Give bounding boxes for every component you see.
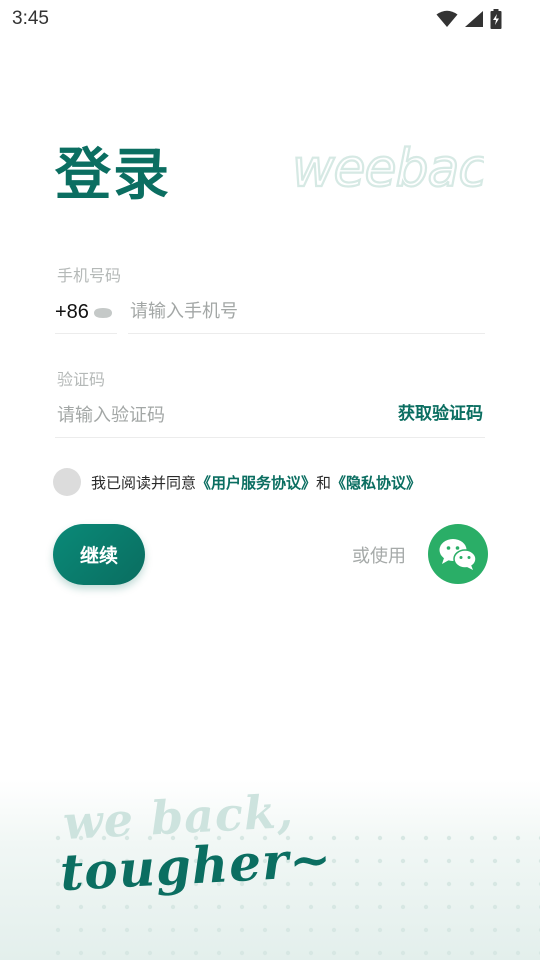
brand-logo: weebac [291,140,484,196]
agreement-conjunction: 和 [316,473,332,492]
brand-logo-text: weebac [292,140,484,196]
page-title: 登录 [55,143,171,208]
agreement-row: 我已阅读并同意 《用户服务协议》 和 《隐私协议》 [53,466,421,498]
phone-input[interactable] [128,290,485,334]
status-bar: 3:45 [0,0,540,38]
status-time: 3:45 [12,8,49,29]
signal-icon [465,11,483,27]
status-icons [436,9,502,29]
agreement-prefix: 我已阅读并同意 [91,473,197,492]
chevron-down-icon [93,307,112,318]
phone-field-label: 手机号码 [57,266,122,285]
wechat-login-button[interactable] [428,524,488,584]
continue-button[interactable]: 继续 [53,524,145,585]
code-field-label: 验证码 [57,370,106,389]
wechat-icon [439,539,477,570]
wifi-icon [436,10,458,27]
or-use-label: 或使用 [352,546,406,567]
privacy-policy-link[interactable]: 《隐私协议》 [331,472,421,493]
agreement-checkbox[interactable] [53,468,81,496]
user-agreement-link[interactable]: 《用户服务协议》 [196,472,316,493]
battery-charging-icon [490,9,502,29]
get-code-button[interactable]: 获取验证码 [398,399,483,424]
country-code-value: +86 [55,301,89,323]
country-code-selector[interactable]: +86 [55,292,117,334]
